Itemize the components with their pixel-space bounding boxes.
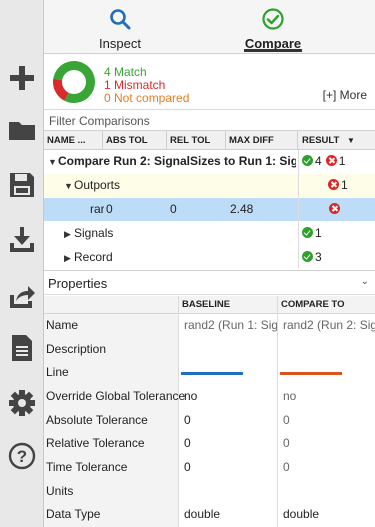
property-label: Relative Tolerance bbox=[46, 436, 145, 450]
tab-compare[interactable]: Compare bbox=[244, 0, 302, 54]
property-label: Name bbox=[46, 318, 79, 332]
left-toolbar: ? bbox=[0, 0, 44, 527]
expand-arrow-icon[interactable]: ▶ bbox=[64, 247, 74, 268]
properties-header[interactable]: Properties ⌄ bbox=[44, 270, 375, 295]
chevron-down-icon[interactable]: ⌄ bbox=[361, 276, 369, 287]
results-table-header: NAME ... ABS TOL REL TOL MAX DIFF RESULT… bbox=[44, 131, 375, 150]
tab-inspect[interactable]: Inspect bbox=[94, 0, 146, 54]
signals-label: Signals bbox=[74, 226, 114, 240]
record-label: Record bbox=[74, 250, 113, 264]
match-icon bbox=[302, 251, 313, 262]
property-label: Data Type bbox=[46, 507, 101, 521]
help-icon[interactable]: ? bbox=[0, 430, 43, 482]
table-row-selected-signal[interactable]: rar 0 0 2.48 bbox=[44, 198, 375, 221]
results-table: ▼Compare Run 2: SignalSizes to Run 1: Si… bbox=[44, 150, 375, 268]
tab-inspect-label: Inspect bbox=[99, 36, 141, 51]
baseline-value[interactable]: no bbox=[181, 385, 277, 409]
table-row-outports[interactable]: ▼Outports 1 bbox=[44, 174, 375, 197]
table-row-run[interactable]: ▼Compare Run 2: SignalSizes to Run 1: Si… bbox=[44, 150, 375, 173]
property-label: Units bbox=[46, 484, 74, 498]
baseline-value: double bbox=[184, 507, 221, 521]
mismatch-icon bbox=[325, 155, 337, 166]
outports-label: Outports bbox=[74, 178, 121, 192]
property-row-line: Line bbox=[44, 361, 375, 385]
match-icon bbox=[302, 227, 313, 238]
property-label: Override Global Tolerance bbox=[46, 389, 186, 403]
column-result-label: RESULT bbox=[302, 135, 340, 146]
share-icon[interactable] bbox=[0, 270, 43, 322]
baseline-value[interactable]: 0 bbox=[181, 409, 277, 433]
baseline-value[interactable]: 0 bbox=[181, 456, 277, 480]
property-label: Time Tolerance bbox=[46, 460, 128, 474]
property-label: Description bbox=[46, 342, 107, 356]
property-row-absolute-tolerance: Absolute Tolerance 0 0 bbox=[44, 409, 375, 433]
table-row-record[interactable]: ▶ Record 3 bbox=[44, 246, 375, 268]
signal-rel-tol: 0 bbox=[170, 202, 177, 216]
property-label: Line bbox=[46, 365, 69, 379]
outports-mismatch-count: 1 bbox=[341, 178, 348, 192]
run-mismatch-count: 1 bbox=[338, 154, 346, 168]
column-max-diff[interactable]: MAX DIFF bbox=[226, 131, 298, 150]
signals-match-count: 1 bbox=[315, 226, 322, 240]
column-abs-tol[interactable]: ABS TOL bbox=[103, 131, 167, 150]
mismatch-icon bbox=[328, 179, 339, 190]
collapse-arrow-icon[interactable]: ▼ bbox=[64, 175, 74, 197]
add-icon[interactable] bbox=[0, 52, 43, 104]
summary-donut-chart bbox=[53, 61, 95, 103]
check-circle-icon bbox=[261, 6, 285, 32]
svg-text:?: ? bbox=[16, 447, 26, 466]
baseline-value: rand2 (Run 1: SignalSizes) bbox=[184, 318, 277, 332]
collapse-arrow-icon[interactable]: ▼ bbox=[48, 151, 58, 173]
tab-bar: Inspect Compare bbox=[44, 0, 375, 54]
property-row-relative-tolerance: Relative Tolerance 0 0 bbox=[44, 432, 375, 456]
run-label: Compare Run 2: SignalSizes to Run 1: Sig… bbox=[58, 154, 296, 168]
expand-arrow-icon[interactable]: ▶ bbox=[64, 223, 74, 245]
compare-value: rand2 (Run 2: SignalSizes) bbox=[283, 318, 375, 332]
property-row-description: Description bbox=[44, 338, 375, 362]
record-match-count: 3 bbox=[315, 250, 322, 264]
compare-value: 0 bbox=[283, 436, 290, 450]
gear-icon[interactable] bbox=[0, 377, 43, 429]
property-label: Absolute Tolerance bbox=[46, 413, 148, 427]
property-row-name: Name rand2 (Run 1: SignalSizes) rand2 (R… bbox=[44, 314, 375, 338]
property-row-data-type: Data Type double double bbox=[44, 503, 375, 527]
run-match-count: 4 bbox=[315, 154, 322, 168]
save-icon[interactable] bbox=[0, 159, 43, 211]
sort-arrow-icon: ▼ bbox=[346, 136, 355, 145]
result-column-divider bbox=[298, 150, 299, 268]
mismatch-icon bbox=[329, 203, 340, 214]
baseline-value[interactable]: 0 bbox=[181, 432, 277, 456]
compare-line-swatch[interactable] bbox=[280, 372, 342, 375]
filter-input[interactable] bbox=[49, 114, 375, 128]
column-result[interactable]: RESULT ▼ bbox=[298, 131, 358, 150]
compare-value: double bbox=[283, 507, 320, 521]
report-icon[interactable] bbox=[0, 322, 43, 374]
compare-value: 0 bbox=[283, 460, 290, 474]
column-rel-tol[interactable]: REL TOL bbox=[167, 131, 226, 150]
column-compare-to: COMPARE TO bbox=[277, 296, 375, 314]
signal-abs-tol: 0 bbox=[106, 202, 113, 216]
property-row-override-global-tolerance: Override Global Tolerance no no bbox=[44, 385, 375, 409]
match-icon bbox=[302, 155, 313, 166]
table-row-signals[interactable]: ▶ Signals 1 bbox=[44, 222, 375, 245]
compare-value: no bbox=[283, 389, 297, 403]
folder-icon[interactable] bbox=[0, 104, 43, 156]
property-row-units: Units bbox=[44, 480, 375, 504]
not-compared-count: 0 Not compared bbox=[104, 91, 190, 105]
tab-compare-label: Compare bbox=[244, 36, 302, 51]
more-link[interactable]: [+] More bbox=[323, 88, 367, 102]
download-icon[interactable] bbox=[0, 214, 43, 266]
compare-value: 0 bbox=[283, 413, 290, 427]
baseline-line-swatch[interactable] bbox=[181, 372, 243, 375]
comparison-summary: 4 Match 1 Mismatch 0 Not compared [+] Mo… bbox=[44, 54, 375, 110]
magnifier-icon bbox=[108, 6, 132, 32]
column-name[interactable]: NAME ... bbox=[44, 131, 103, 150]
filter-comparisons bbox=[44, 111, 375, 131]
column-baseline: BASELINE bbox=[178, 296, 277, 314]
signal-max-diff: 2.48 bbox=[230, 202, 254, 216]
signal-name: rar bbox=[90, 202, 104, 216]
property-row-time-tolerance: Time Tolerance 0 0 bbox=[44, 456, 375, 480]
properties-column-header: BASELINE COMPARE TO bbox=[44, 296, 375, 314]
properties-title: Properties bbox=[48, 276, 108, 291]
